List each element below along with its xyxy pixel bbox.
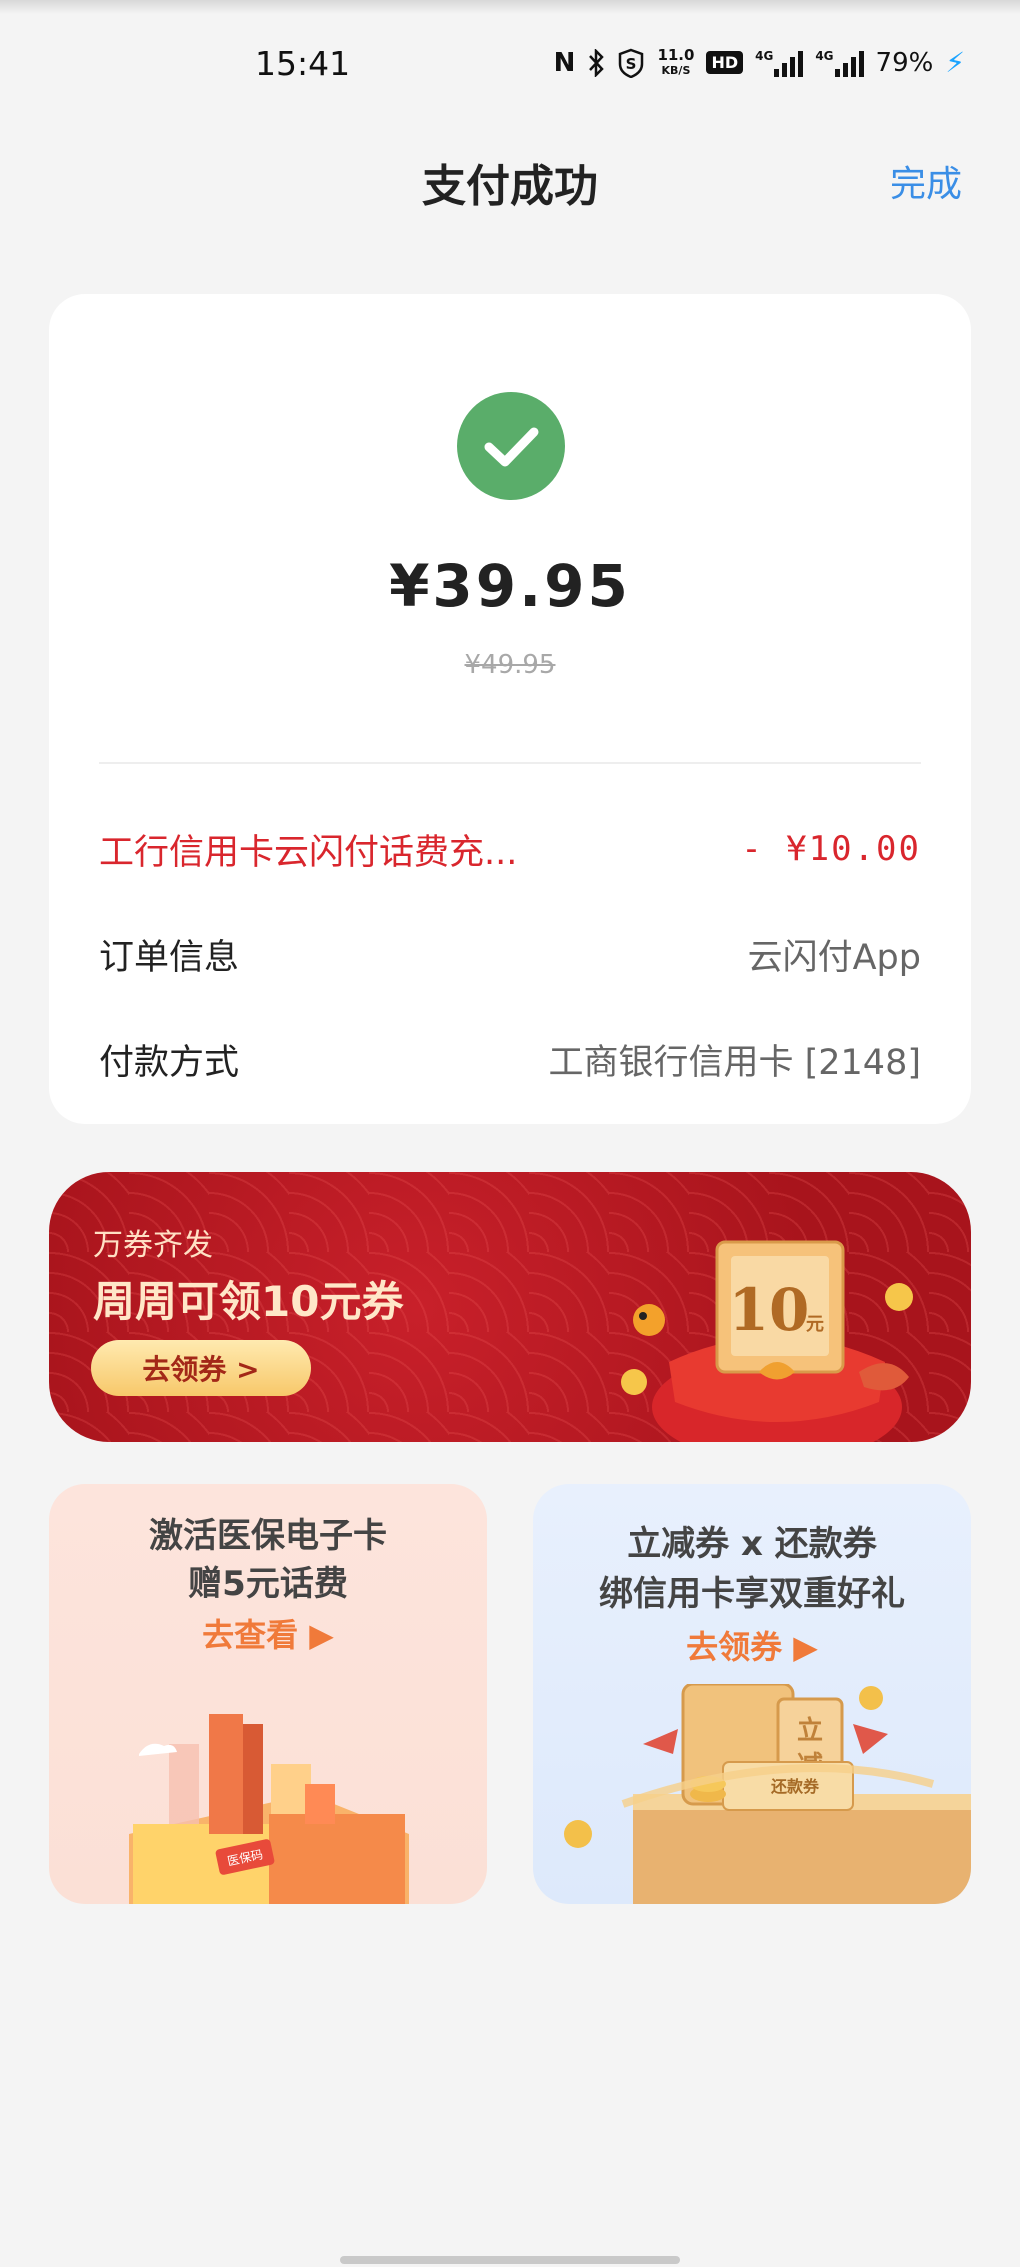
credit-promo-link[interactable]: 去领券 ▶: [533, 1622, 971, 1668]
credit-card-promo[interactable]: 立减券 x 还款券 绑信用卡享双重好礼 去领券 ▶ 立 减 还款券: [533, 1484, 971, 1904]
svg-text:S: S: [626, 55, 637, 73]
coupon-unit: 元: [806, 1314, 824, 1335]
banner-claim-button[interactable]: 去领券 >: [91, 1340, 311, 1396]
status-icons: N S 11.0 KB/S HD 4G 4G 79% ⚡: [554, 46, 965, 79]
discount-row: 工行信用卡云闪付话费充... - ¥10.00: [99, 824, 921, 874]
coupon-banner[interactable]: 万券齐发 周周可领10元券 去领券 > 10 元: [49, 1172, 971, 1442]
medical-card-promo[interactable]: 激活医保电子卡 赠5元话费 去查看 ▶ 医保码: [49, 1484, 487, 1904]
net-speed: 11.0 KB/S: [657, 45, 695, 78]
coupons-gift-illustration: 立 减 还款券: [564, 1684, 971, 1904]
original-amount: ¥49.95: [464, 650, 556, 680]
sim1-label: 4G: [755, 48, 774, 63]
credit-promo-line1: 立减券 x 还款券: [627, 1524, 877, 1564]
status-bar: 15:41 N S 11.0 KB/S HD 4G 4G 79% ⚡: [0, 40, 1020, 90]
payment-method-label: 付款方式: [99, 1042, 240, 1083]
discount-label: 工行信用卡云闪付话费充...: [99, 832, 518, 873]
payment-result-card: ¥39.95 ¥49.95 工行信用卡云闪付话费充... - ¥10.00 订单…: [49, 294, 971, 1124]
order-info-row[interactable]: 订单信息 云闪付App: [99, 929, 921, 979]
status-time: 15:41: [255, 44, 351, 83]
hd-badge: HD: [706, 51, 744, 74]
order-info-value: 云闪付App: [747, 937, 921, 978]
paid-amount: ¥39.95: [389, 552, 631, 620]
order-info-label: 订单信息: [99, 937, 240, 978]
net-speed-unit: KB/S: [661, 63, 691, 77]
coupon-char-1: 立: [797, 1715, 823, 1746]
signal-sim1-icon: 4G: [755, 48, 804, 77]
discount-value: - ¥10.00: [741, 829, 921, 869]
payment-method-value: 工商银行信用卡 [2148]: [548, 1042, 921, 1083]
net-speed-value: 11.0: [657, 45, 695, 64]
signal-sim2-icon: 4G: [815, 48, 864, 77]
payment-method-row: 付款方式 工商银行信用卡 [2148]: [99, 1034, 921, 1084]
page-title: 支付成功: [422, 161, 598, 212]
nfc-icon: N: [553, 47, 576, 78]
lucky-bag-illustration: 10 元: [621, 1240, 913, 1442]
top-edge: [0, 0, 1020, 14]
sim2-label: 4G: [815, 48, 834, 63]
medical-promo-line1: 激活医保电子卡: [149, 1516, 387, 1556]
done-button[interactable]: 完成: [890, 155, 962, 207]
city-buildings-illustration: 医保码: [129, 1714, 409, 1904]
battery-percent: 79%: [875, 47, 934, 78]
home-indicator[interactable]: [340, 2256, 680, 2264]
divider: [99, 762, 921, 764]
medical-promo-line2: 赠5元话费: [188, 1564, 348, 1604]
banner-tag: 万券齐发: [93, 1228, 213, 1263]
coupon-value: 10: [729, 1276, 810, 1344]
success-check-icon: [457, 392, 565, 500]
medical-promo-link[interactable]: 去查看 ▶: [49, 1610, 487, 1656]
repayment-coupon-tag: 还款券: [770, 1777, 820, 1796]
shield-s-icon: S: [619, 48, 644, 78]
banner-title: 周周可领10元券: [93, 1277, 404, 1326]
charging-icon: ⚡: [945, 46, 965, 79]
bluetooth-icon: [589, 48, 605, 77]
credit-promo-line2: 绑信用卡享双重好礼: [599, 1574, 905, 1614]
